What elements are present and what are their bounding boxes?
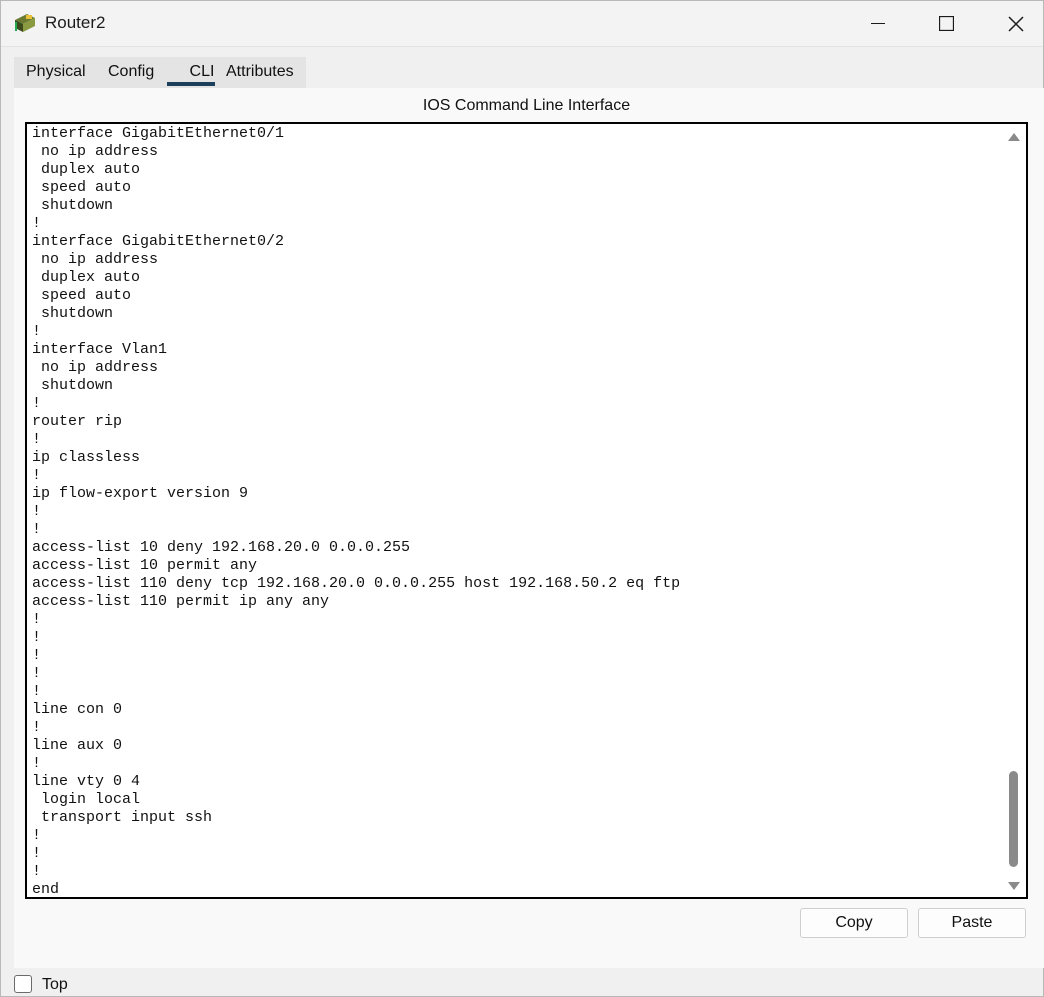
- cli-title: IOS Command Line Interface: [422, 97, 631, 114]
- scrollbar-thumb[interactable]: [1009, 771, 1018, 867]
- close-icon: [1008, 15, 1024, 32]
- window-title: Router2: [45, 13, 106, 32]
- tab-config[interactable]: Config: [108, 63, 154, 87]
- tab-physical[interactable]: Physical: [26, 63, 86, 87]
- copy-button[interactable]: Copy: [800, 908, 908, 938]
- top-checkbox-label: Top: [42, 976, 68, 993]
- close-button[interactable]: [983, 1, 1044, 46]
- router2-window: Router2 Physical Config CLI Attributes I…: [0, 0, 1044, 997]
- top-checkbox[interactable]: [14, 975, 32, 993]
- minimize-icon: [871, 22, 885, 24]
- cli-terminal[interactable]: interface GigabitEthernet0/1 no ip addre…: [25, 122, 1001, 899]
- scroll-up-arrow-icon[interactable]: [1008, 133, 1020, 141]
- title-bar[interactable]: Router2: [1, 1, 1043, 47]
- maximize-button[interactable]: [913, 1, 979, 46]
- scroll-down-arrow-icon[interactable]: [1008, 882, 1020, 890]
- tab-bar: Physical Config CLI Attributes: [14, 57, 306, 89]
- terminal-scrollbar[interactable]: [1001, 122, 1028, 899]
- paste-button[interactable]: Paste: [918, 908, 1026, 938]
- maximize-icon: [938, 16, 954, 31]
- minimize-button[interactable]: [845, 1, 911, 46]
- cli-output[interactable]: interface GigabitEthernet0/1 no ip addre…: [32, 125, 680, 897]
- active-tab-indicator: [167, 82, 215, 86]
- tab-attributes[interactable]: Attributes: [226, 63, 294, 87]
- router-icon: [15, 14, 35, 32]
